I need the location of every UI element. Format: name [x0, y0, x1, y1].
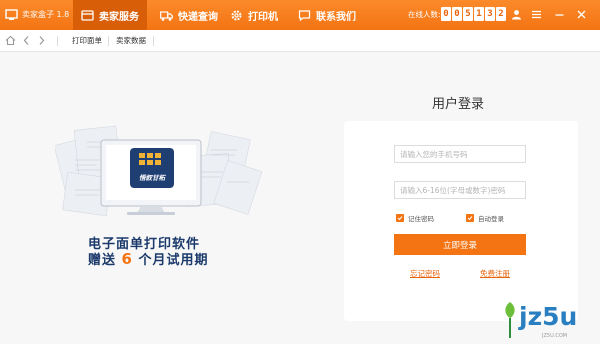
truck-icon [160, 10, 173, 21]
app-logo-icon [5, 9, 18, 20]
counter-digit: 0 [452, 7, 462, 21]
home-button[interactable] [4, 34, 17, 47]
title-bar: 卖家盒子 1.8 卖家服务 快递查询 打印机 联系我们 在线人数: 0 0 5 … [0, 0, 600, 30]
online-counter: 0 0 5 1 3 2 [441, 7, 506, 21]
watermark: jz5u JZ5U.COM [500, 300, 595, 342]
gear-icon [231, 10, 242, 20]
auto-login-checkbox[interactable]: 自动登录 [466, 213, 504, 223]
nav-link-print-waybill[interactable]: 打印面单 [72, 35, 102, 47]
close-button[interactable] [574, 7, 589, 22]
promo-box-text: 悟叙甘柘 [139, 174, 165, 182]
watermark-subtext: JZ5U.COM [542, 333, 568, 339]
chevron-right-icon [39, 36, 45, 45]
online-count-label: 在线人数: [408, 10, 441, 19]
promo-line-2-suffix: 个月试用期 [138, 253, 209, 268]
checkbox-checked-icon [466, 214, 474, 222]
divider [57, 36, 58, 46]
remember-password-checkbox[interactable]: 记住密码 [396, 213, 434, 223]
checkbox-checked-icon [396, 214, 404, 222]
minimize-icon [555, 14, 564, 16]
counter-digit: 2 [496, 7, 506, 21]
navigation-bar: 打印面单 卖家数据 [0, 30, 600, 52]
counter-digit: 5 [463, 7, 473, 21]
divider [153, 36, 154, 46]
paper-pile-image [55, 125, 263, 217]
tab-printer[interactable]: 打印机 [222, 0, 286, 30]
minimize-button[interactable] [552, 7, 567, 22]
message-icon [298, 9, 311, 21]
nav-link-seller-data[interactable]: 卖家数据 [116, 35, 146, 47]
app-name: 卖家盒子 1.8 [22, 10, 70, 19]
back-button[interactable] [20, 34, 33, 47]
chevron-left-icon [23, 36, 29, 45]
promo-line-2: 赠送 6 个月试用期 [88, 249, 238, 268]
tab-label: 快递查询 [178, 11, 218, 23]
free-register-link[interactable]: 免费注册 [480, 268, 510, 279]
counter-digit: 3 [485, 7, 495, 21]
divider [108, 36, 109, 46]
counter-digit: 1 [474, 7, 484, 21]
phone-input[interactable] [394, 145, 526, 163]
watermark-text: jz5u [519, 302, 578, 331]
tab-contact-us[interactable]: 联系我们 [290, 0, 364, 30]
menu-button[interactable] [529, 7, 544, 22]
promo-line-2-prefix: 赠送 [88, 253, 117, 268]
leaf-logo-icon [505, 302, 515, 338]
user-button[interactable] [509, 7, 524, 22]
tab-label: 卖家服务 [99, 11, 139, 23]
tab-label: 打印机 [248, 11, 278, 23]
login-title: 用户登录 [432, 97, 485, 112]
forgot-password-link[interactable]: 忘记密码 [410, 268, 440, 279]
home-icon [5, 35, 16, 46]
tab-seller-service[interactable]: 卖家服务 [73, 0, 147, 30]
login-button[interactable]: 立即登录 [394, 234, 526, 255]
store-icon [81, 9, 94, 21]
auto-login-label: 自动登录 [478, 215, 504, 223]
promo-illustration: 悟叙甘柘 [55, 120, 265, 220]
password-input[interactable] [394, 181, 526, 199]
forward-button[interactable] [35, 34, 48, 47]
counter-digit: 0 [441, 7, 451, 21]
menu-icon [532, 10, 541, 19]
remember-password-label: 记住密码 [408, 215, 434, 223]
promo-months-number: 6 [121, 250, 133, 268]
close-icon [577, 10, 586, 19]
tab-express-query[interactable]: 快递查询 [152, 0, 226, 30]
tab-label: 联系我们 [316, 11, 356, 23]
user-icon [512, 10, 521, 20]
